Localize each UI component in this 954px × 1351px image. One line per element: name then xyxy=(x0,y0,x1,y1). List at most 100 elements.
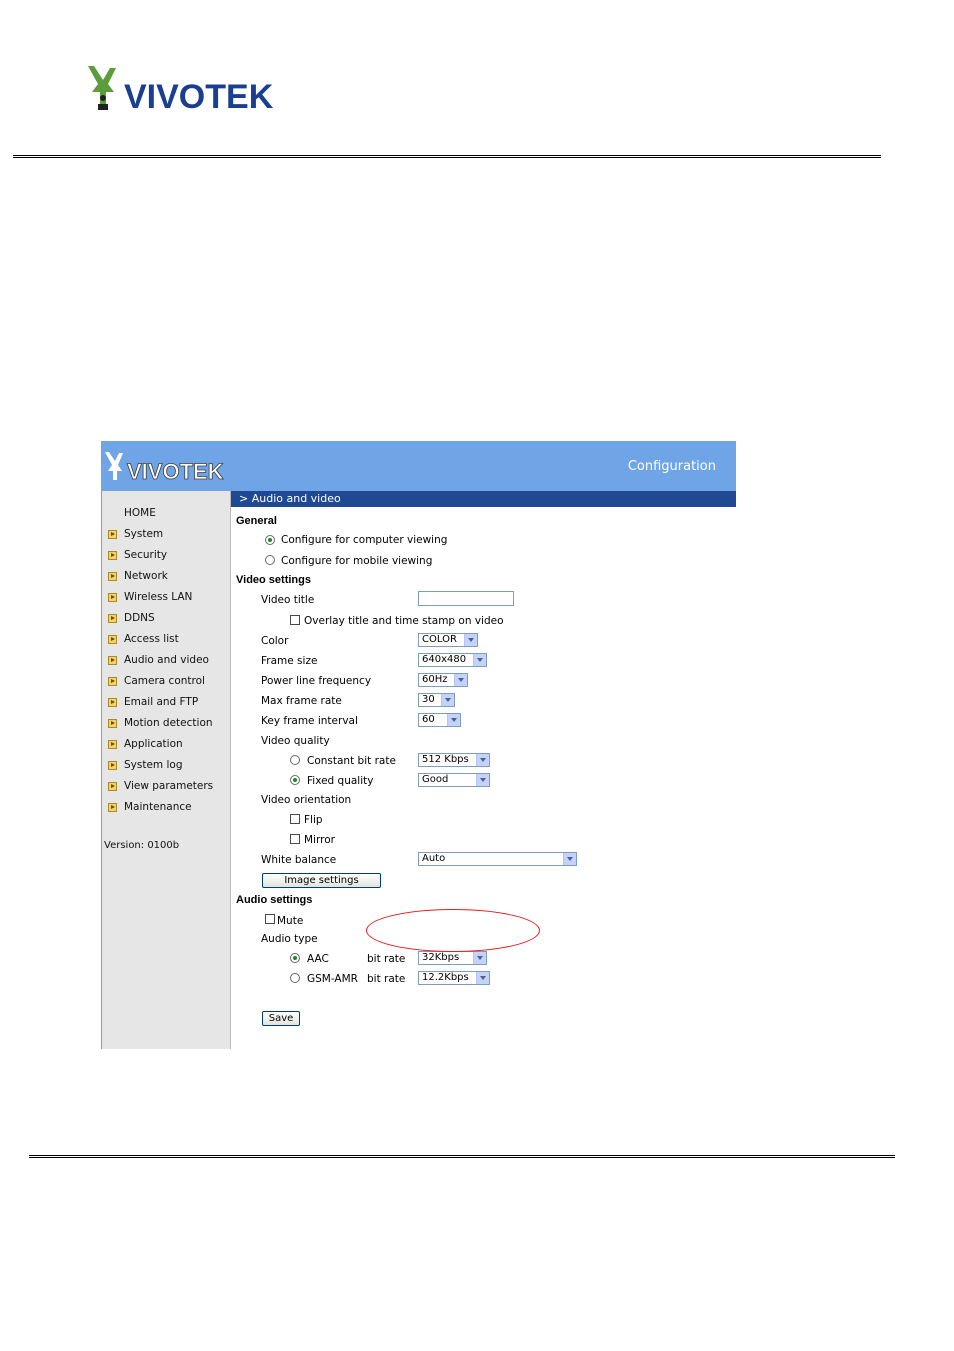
mirror-label: Mirror xyxy=(304,834,335,846)
sidebar-item-label: Camera control xyxy=(124,675,205,687)
sidebar-item-application[interactable]: Application xyxy=(102,737,230,755)
chevron-down-icon xyxy=(476,774,489,786)
mobile-viewing-label: Configure for mobile viewing xyxy=(281,555,433,567)
max-frame-rate-label: Max frame rate xyxy=(261,695,342,707)
arrow-icon xyxy=(108,593,117,602)
vivotek-logo: VIVOTEK xyxy=(88,66,274,114)
max-frame-rate-value: 30 xyxy=(422,694,435,705)
sidebar-item-label: Access list xyxy=(124,633,179,645)
footer-rule xyxy=(29,1155,895,1158)
chevron-down-icon xyxy=(447,714,460,726)
gsm-amr-radio[interactable] xyxy=(290,973,300,983)
arrow-icon xyxy=(108,572,117,581)
arrow-icon xyxy=(108,656,117,665)
aac-radio[interactable] xyxy=(290,953,300,963)
sidebar-item-system-log[interactable]: System log xyxy=(102,758,230,776)
gsm-amr-label: GSM-AMR xyxy=(307,973,358,985)
video-quality-label: Video quality xyxy=(261,735,330,747)
sidebar-item-label: Security xyxy=(124,549,168,561)
flip-checkbox[interactable] xyxy=(290,814,300,824)
general-heading: General xyxy=(236,515,277,527)
arrow-icon xyxy=(108,551,117,560)
image-settings-button[interactable]: Image settings xyxy=(262,873,381,888)
chevron-down-icon xyxy=(473,654,486,666)
save-button[interactable]: Save xyxy=(262,1011,300,1026)
video-settings-heading: Video settings xyxy=(236,574,311,586)
sidebar-item-label: DDNS xyxy=(124,612,155,624)
video-orientation-label: Video orientation xyxy=(261,794,352,806)
power-line-label: Power line frequency xyxy=(261,675,372,687)
sidebar-item-wireless-lan[interactable]: Wireless LAN xyxy=(102,590,230,608)
sidebar-item-audio-and-video[interactable]: Audio and video xyxy=(102,653,230,671)
key-frame-select[interactable]: 60 xyxy=(418,713,461,727)
computer-viewing-radio[interactable] xyxy=(265,535,275,545)
sidebar-item-label: Network xyxy=(124,570,168,582)
header-rule xyxy=(13,155,881,158)
overlay-label: Overlay title and time stamp on video xyxy=(304,615,504,627)
color-select-value: COLOR xyxy=(422,634,457,645)
fixed-quality-select[interactable]: Good xyxy=(418,773,490,787)
key-frame-label: Key frame interval xyxy=(261,715,358,727)
audio-type-label: Audio type xyxy=(261,933,318,945)
sidebar-item-view-parameters[interactable]: View parameters xyxy=(102,779,230,797)
mobile-viewing-radio[interactable] xyxy=(265,555,275,565)
frame-size-value: 640x480 xyxy=(422,654,467,665)
config-screenshot: VIVOTEK Configuration HOME System Securi… xyxy=(101,441,736,1049)
arrow-icon xyxy=(108,803,117,812)
sidebar-item-label: Application xyxy=(124,738,183,750)
gsm-bitrate-select[interactable]: 12.2Kbps xyxy=(418,971,490,985)
sidebar-item-ddns[interactable]: DDNS xyxy=(102,611,230,629)
video-title-input[interactable] xyxy=(418,591,514,606)
aac-bitrate-value: 32Kbps xyxy=(422,952,460,963)
chevron-down-icon xyxy=(563,853,576,865)
highlight-ellipse xyxy=(366,909,540,952)
mute-checkbox[interactable] xyxy=(265,914,275,924)
version-text: Version: 0100b xyxy=(104,840,180,851)
overlay-checkbox[interactable] xyxy=(290,615,300,625)
sidebar-item-motion-detection[interactable]: Motion detection xyxy=(102,716,230,734)
arrow-icon xyxy=(108,782,117,791)
sidebar-item-email-and-ftp[interactable]: Email and FTP xyxy=(102,695,230,713)
arrow-icon xyxy=(108,761,117,770)
max-frame-rate-select[interactable]: 30 xyxy=(418,693,455,707)
constant-bit-rate-radio[interactable] xyxy=(290,755,300,765)
sidebar-item-system[interactable]: System xyxy=(102,527,230,545)
sidebar-item-label: View parameters xyxy=(124,780,214,792)
mirror-checkbox[interactable] xyxy=(290,834,300,844)
gsm-bitrate-value: 12.2Kbps xyxy=(422,972,469,983)
color-select[interactable]: COLOR xyxy=(418,633,478,647)
bit-rate-value: 512 Kbps xyxy=(422,754,469,765)
fixed-quality-radio[interactable] xyxy=(290,775,300,785)
sidebar-item-home[interactable]: HOME xyxy=(102,506,230,524)
arrow-icon xyxy=(108,530,117,539)
sidebar: HOME System Security Network Wireless LA… xyxy=(101,491,230,1049)
fixed-quality-label: Fixed quality xyxy=(307,775,374,787)
key-frame-value: 60 xyxy=(422,714,435,725)
sidebar-item-maintenance[interactable]: Maintenance xyxy=(102,800,230,818)
chevron-down-icon xyxy=(464,634,477,646)
power-line-value: 60Hz xyxy=(422,674,448,685)
arrow-icon xyxy=(108,698,117,707)
main-panel: > Audio and video General Configure for … xyxy=(230,491,736,1049)
banner-logo-text: VIVOTEK xyxy=(127,459,224,483)
white-balance-label: White balance xyxy=(261,854,337,866)
aac-bitrate-select[interactable]: 32Kbps xyxy=(418,951,487,965)
chevron-down-icon xyxy=(476,972,489,984)
sidebar-item-label: Email and FTP xyxy=(124,696,199,708)
arrow-icon xyxy=(108,614,117,623)
white-balance-select[interactable]: Auto xyxy=(418,852,577,866)
sidebar-item-network[interactable]: Network xyxy=(102,569,230,587)
power-line-select[interactable]: 60Hz xyxy=(418,673,468,687)
color-label: Color xyxy=(261,635,289,647)
aac-bitrate-label: bit rate xyxy=(367,953,406,965)
chevron-down-icon xyxy=(441,694,454,706)
arrow-icon xyxy=(108,719,117,728)
frame-size-select[interactable]: 640x480 xyxy=(418,653,487,667)
sidebar-item-camera-control[interactable]: Camera control xyxy=(102,674,230,692)
sidebar-item-access-list[interactable]: Access list xyxy=(102,632,230,650)
sidebar-item-security[interactable]: Security xyxy=(102,548,230,566)
arrow-icon xyxy=(108,740,117,749)
sidebar-item-label: Audio and video xyxy=(124,654,209,666)
gsm-bitrate-label: bit rate xyxy=(367,973,406,985)
bit-rate-select[interactable]: 512 Kbps xyxy=(418,753,490,767)
